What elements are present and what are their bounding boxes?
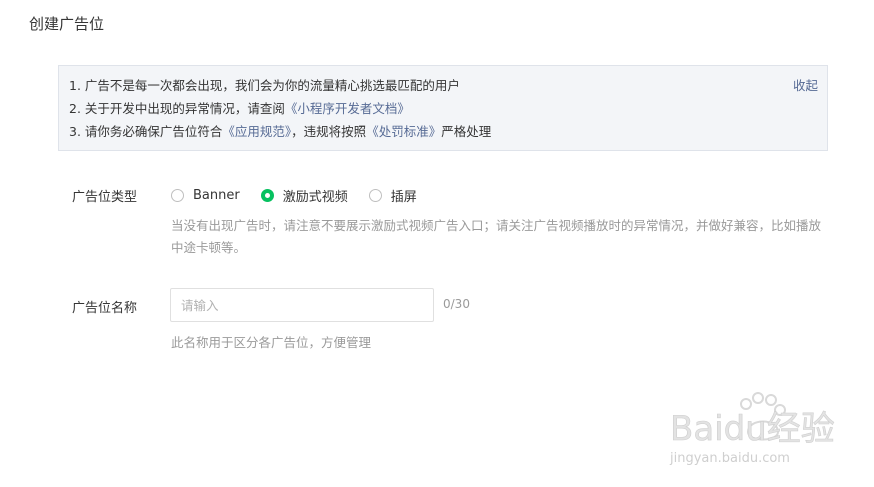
radio-label-banner: Banner bbox=[193, 187, 240, 203]
ad-type-hint: 当没有出现广告时，请注意不要展示激励式视频广告入口；请关注广告视频播放时的异常情… bbox=[171, 218, 822, 255]
radio-rewarded-video[interactable]: 激励式视频 bbox=[260, 186, 348, 205]
radio-banner[interactable]: Banner bbox=[171, 188, 240, 203]
notice-line-3: 3. 请你务必确保广告位符合《应用规范》，违规将按照《处罚标准》严格处理 bbox=[69, 122, 491, 142]
radio-circle[interactable] bbox=[260, 188, 274, 202]
baidu-watermark-logo: Baidu经验 jingyan.baidu.com bbox=[669, 392, 835, 466]
notice-line-2: 2. 关于开发中出现的异常情况，请查阅《小程序开发者文档》 bbox=[69, 99, 410, 119]
notice-line-1: 1. 广告不是每一次都会出现，我们会为你的流量精心挑选最匹配的用户 bbox=[69, 78, 460, 93]
ad-name-input[interactable] bbox=[170, 288, 434, 322]
notice-box: 1. 广告不是每一次都会出现，我们会为你的流量精心挑选最匹配的用户 2. 关于开… bbox=[58, 65, 828, 151]
collapse-link[interactable]: 收起 bbox=[793, 76, 818, 96]
radio-circle[interactable] bbox=[368, 188, 382, 202]
notice-line-3-suffix: 严格处理 bbox=[441, 124, 492, 139]
notice-line-2-text: 2. 关于开发中出现的异常情况，请查阅 bbox=[69, 101, 285, 116]
watermark-url: jingyan.baidu.com bbox=[669, 451, 790, 466]
radio-interstitial[interactable]: 插屏 bbox=[368, 186, 417, 205]
radio-circle[interactable] bbox=[171, 188, 184, 202]
ad-name-hint: 此名称用于区分各广告位，方便管理 bbox=[171, 335, 372, 350]
radio-label-rewarded-video: 激励式视频 bbox=[282, 189, 348, 205]
notice-line-3-mid: ，违规将按照 bbox=[291, 124, 367, 139]
radio-label-interstitial: 插屏 bbox=[390, 189, 417, 205]
ad-type-label: 广告位类型 bbox=[72, 190, 138, 205]
ad-name-counter: 0/30 bbox=[443, 297, 470, 311]
app-rules-link[interactable]: 《应用规范》 bbox=[222, 124, 291, 139]
ad-name-label: 广告位名称 bbox=[72, 301, 138, 316]
ad-type-radio-group: Banner 激励式视频 插屏 bbox=[171, 185, 438, 205]
penalty-standards-link[interactable]: 《处罚标准》 bbox=[366, 124, 441, 139]
page-title: 创建广告位 bbox=[29, 15, 105, 33]
watermark-brand: Baidu经验 bbox=[670, 409, 835, 449]
developer-docs-link[interactable]: 《小程序开发者文档》 bbox=[285, 101, 410, 116]
notice-line-3-text: 3. 请你务必确保广告位符合 bbox=[69, 124, 223, 139]
